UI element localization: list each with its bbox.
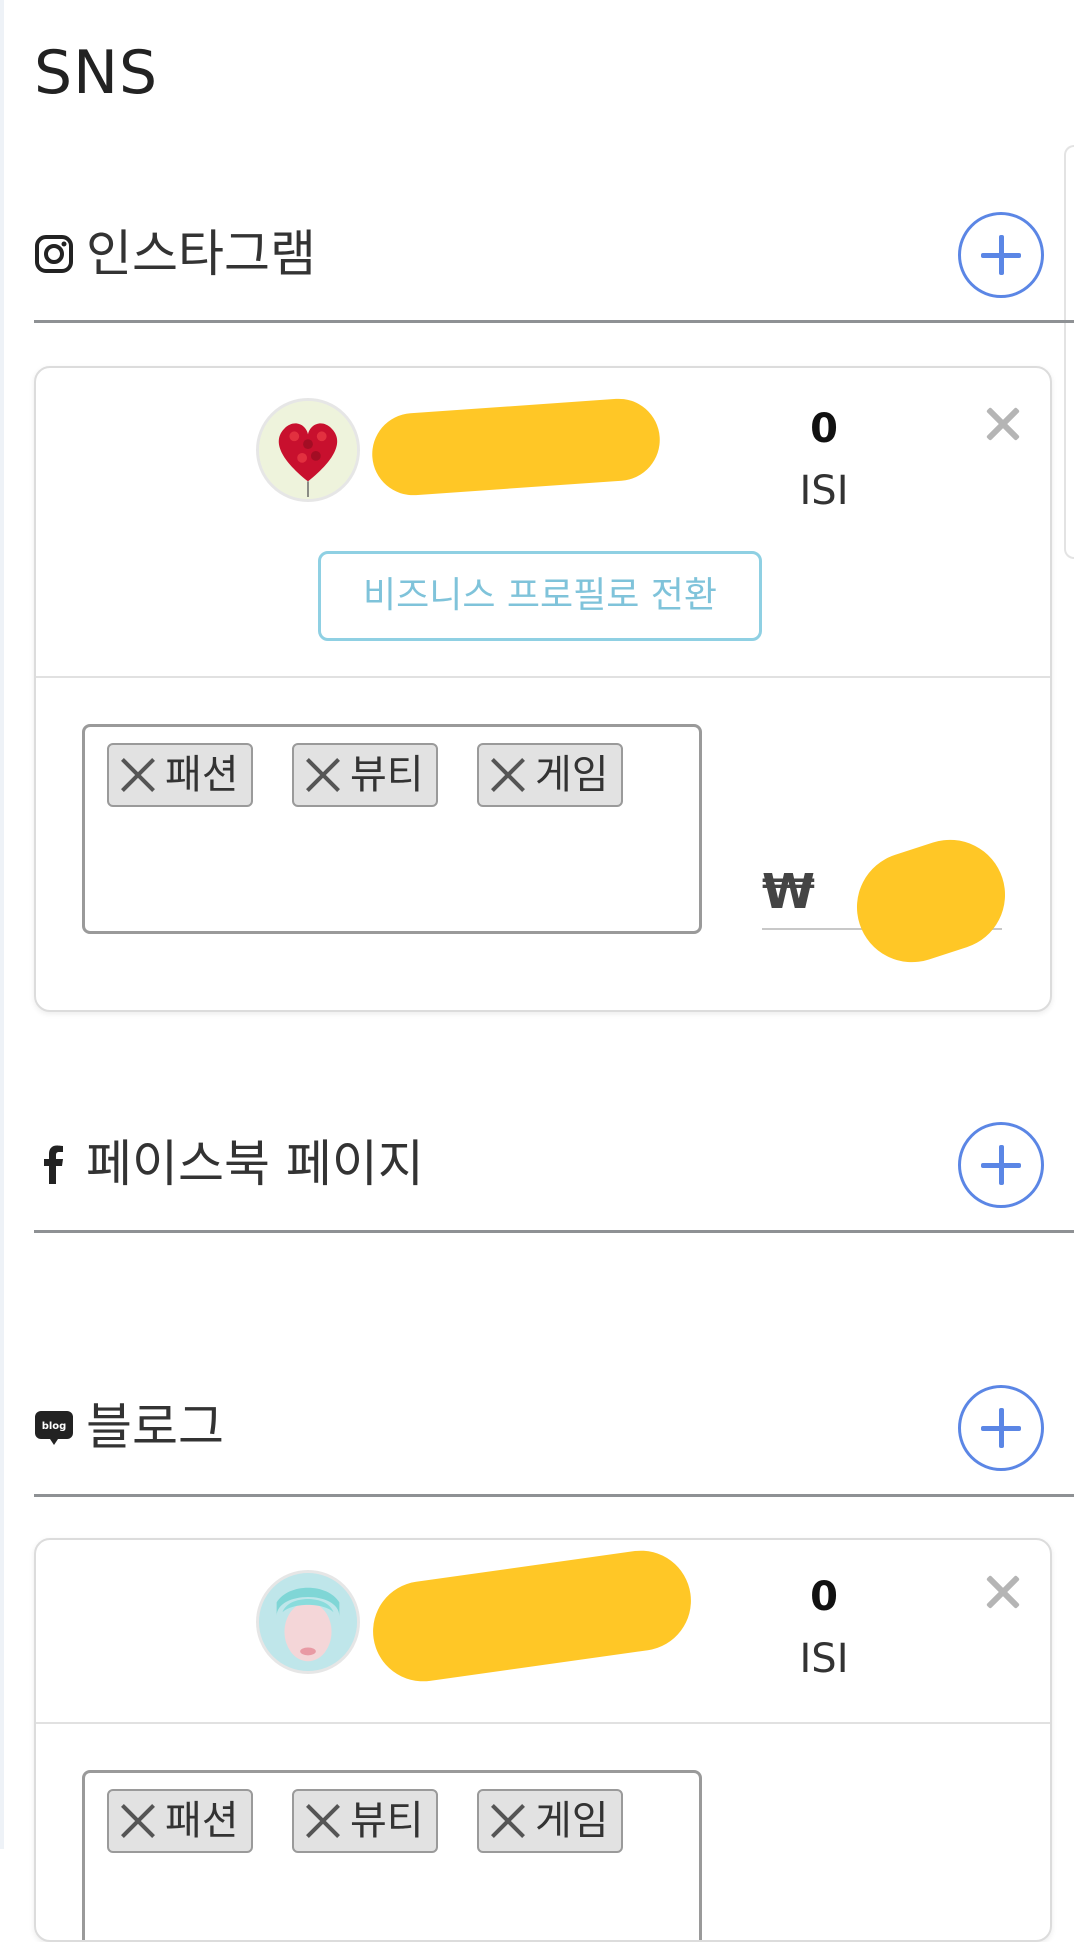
remove-tag-icon[interactable]	[306, 757, 342, 793]
remove-tag-icon[interactable]	[121, 1803, 157, 1839]
remove-tag-icon[interactable]	[491, 1803, 527, 1839]
section-divider	[34, 1494, 1074, 1497]
facebook-label: 페이스북 페이지	[86, 1135, 424, 1193]
heart-balloons-image	[259, 401, 357, 499]
page-title: SNS	[34, 38, 159, 108]
remove-account-icon[interactable]	[984, 406, 1020, 442]
blog-account-card: 0 ISI 패션 뷰티 게임	[34, 1538, 1052, 1942]
facebook-icon	[44, 1145, 63, 1184]
add-facebook-button[interactable]	[958, 1122, 1044, 1208]
tag-label: 게임	[535, 1798, 609, 1844]
instagram-label: 인스타그램	[86, 225, 316, 283]
follower-count: 0	[810, 1574, 838, 1620]
remove-tag-icon[interactable]	[121, 757, 157, 793]
tag-label: 게임	[535, 752, 609, 798]
currency-symbol: ₩	[762, 864, 815, 920]
tag-label: 뷰티	[350, 1798, 424, 1844]
category-tag-input[interactable]: 패션 뷰티 게임	[82, 724, 702, 934]
add-blog-button[interactable]	[958, 1385, 1044, 1471]
tag-chip: 패션	[107, 743, 253, 807]
follower-label: ISI	[799, 1636, 849, 1682]
follower-label: ISI	[799, 468, 849, 514]
redacted-username	[366, 1544, 698, 1688]
section-divider	[34, 320, 1074, 323]
instagram-section-header: 인스타그램	[34, 210, 1074, 300]
blog-icon: blog	[35, 1411, 73, 1445]
tag-chip: 뷰티	[292, 1789, 438, 1853]
remove-tag-icon[interactable]	[491, 757, 527, 793]
avatar	[256, 398, 360, 502]
instagram-icon	[35, 235, 73, 273]
tag-chip: 뷰티	[292, 743, 438, 807]
tag-label: 뷰티	[350, 752, 424, 798]
tag-chip: 게임	[477, 743, 623, 807]
tag-chip: 패션	[107, 1789, 253, 1853]
follower-count: 0	[810, 406, 838, 452]
remove-account-icon[interactable]	[984, 1574, 1020, 1610]
blog-label: 블로그	[86, 1398, 224, 1456]
redacted-price	[842, 825, 1020, 977]
avatar	[256, 1570, 360, 1674]
left-edge	[0, 0, 4, 1849]
blog-section-header: blog 블로그	[34, 1383, 1074, 1473]
scroll-handle[interactable]	[1064, 145, 1074, 559]
category-tag-input[interactable]: 패션 뷰티 게임	[82, 1770, 702, 1940]
card-divider	[36, 1722, 1050, 1724]
instagram-account-card: 0 ISI 비즈니스 프로필로 전환 패션 뷰티 게임 ₩	[34, 366, 1052, 1012]
card-divider	[36, 676, 1050, 678]
svg-text:blog: blog	[42, 1421, 67, 1432]
tag-label: 패션	[165, 752, 239, 798]
business-profile-button[interactable]: 비즈니스 프로필로 전환	[318, 551, 762, 641]
add-instagram-button[interactable]	[958, 212, 1044, 298]
tag-chip: 게임	[477, 1789, 623, 1853]
profile-photo	[259, 1573, 357, 1671]
section-divider	[34, 1230, 1074, 1233]
redacted-username	[369, 396, 663, 498]
facebook-section-header: 페이스북 페이지	[34, 1120, 1074, 1210]
tag-label: 패션	[165, 1798, 239, 1844]
remove-tag-icon[interactable]	[306, 1803, 342, 1839]
